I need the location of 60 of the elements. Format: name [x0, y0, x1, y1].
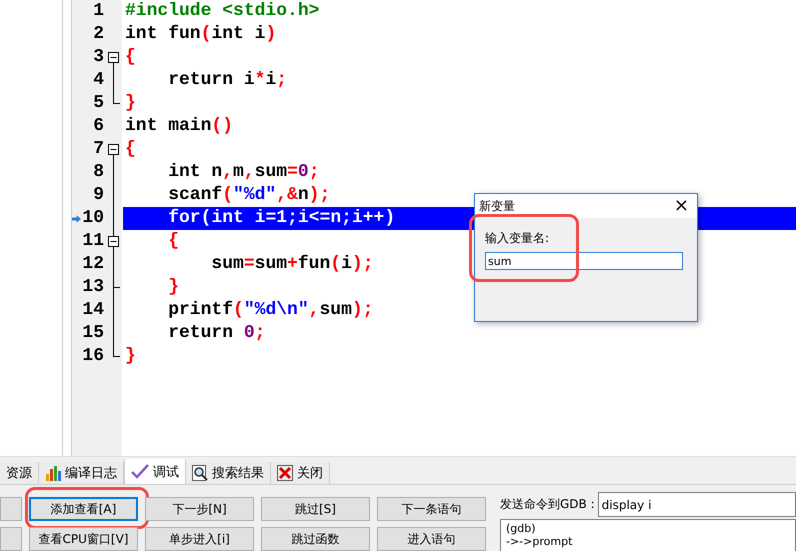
debug-button[interactable]: 跳过[S]	[261, 497, 370, 521]
panel-tab[interactable]: 关闭	[271, 462, 330, 484]
debug-button[interactable]: 进入语句	[377, 527, 486, 551]
panel-tab[interactable]: 资源	[0, 462, 39, 484]
code-line: #include <stdio.h>	[124, 0, 320, 23]
code-line: sum=sum+fun(i);	[210, 253, 374, 276]
output-line: (gdb)	[506, 522, 537, 535]
line-number: 12	[81, 253, 104, 276]
code-line: return i*i;	[167, 69, 288, 92]
code-line: }	[167, 276, 180, 299]
code-line: {	[167, 230, 180, 253]
line-number: 8	[92, 161, 104, 184]
close-button[interactable]: ×	[672, 196, 691, 216]
search-icon	[192, 465, 208, 481]
debug-button[interactable]: 下一条语句	[377, 497, 486, 521]
dialog-title: 新变量	[479, 198, 515, 214]
line-number: 3	[92, 46, 104, 69]
variable-name-input[interactable]: sum	[485, 252, 683, 270]
line-number: 4	[92, 69, 104, 92]
debug-button[interactable]: 查看CPU窗口[V]	[29, 527, 138, 551]
debug-button[interactable]: 单步进入[i]	[145, 527, 254, 551]
output-line: ->->prompt	[506, 535, 574, 548]
line-number: 15	[81, 322, 104, 345]
check-icon	[131, 464, 149, 479]
code-line: {	[124, 46, 136, 69]
line-number: 11	[81, 230, 104, 253]
line-number: 9	[92, 184, 104, 207]
code-line: int fun(int i)	[124, 23, 276, 46]
code-line: int n,m,sum=0;	[167, 161, 320, 184]
code-line: int main()	[124, 115, 234, 138]
code-line: printf("%d\n",sum);	[167, 299, 374, 322]
code-line: {	[124, 138, 136, 161]
panel-tab[interactable]: 编译日志	[39, 462, 124, 484]
line-number: 10	[81, 207, 104, 230]
clipped-button[interactable]	[0, 527, 22, 551]
line-number: 1	[92, 0, 104, 23]
clipped-button[interactable]	[0, 497, 22, 521]
line-number: 5	[92, 92, 104, 115]
bar-chart-icon	[45, 466, 61, 480]
code-line: for(int i=1;i<=n;i++)	[167, 207, 396, 230]
close-icon	[277, 465, 293, 481]
line-number: 7	[92, 138, 104, 161]
line-number: 13	[81, 276, 104, 299]
collapse-icon[interactable]	[106, 230, 122, 253]
code-line: }	[124, 345, 136, 368]
code-line: scanf("%d",&n);	[167, 184, 330, 207]
gdb-command-label: 发送命令到GDB :	[500, 496, 595, 513]
line-number: 2	[92, 23, 104, 46]
code-line: }	[124, 92, 136, 115]
line-number: 14	[81, 299, 104, 322]
panel-tab[interactable]: 调试	[124, 459, 186, 484]
panel-tab[interactable]: 搜索结果	[186, 462, 271, 484]
line-number: 16	[81, 345, 104, 368]
code-line: return 0;	[167, 322, 266, 345]
debug-button[interactable]: 跳过函数	[261, 527, 370, 551]
debug-button[interactable]: 下一步[N]	[145, 497, 254, 521]
line-number: 6	[92, 115, 104, 138]
debug-button[interactable]: 添加查看[A]	[29, 497, 138, 521]
field-label: 输入变量名:	[485, 230, 550, 247]
gdb-command-input[interactable]: display i	[598, 492, 796, 517]
